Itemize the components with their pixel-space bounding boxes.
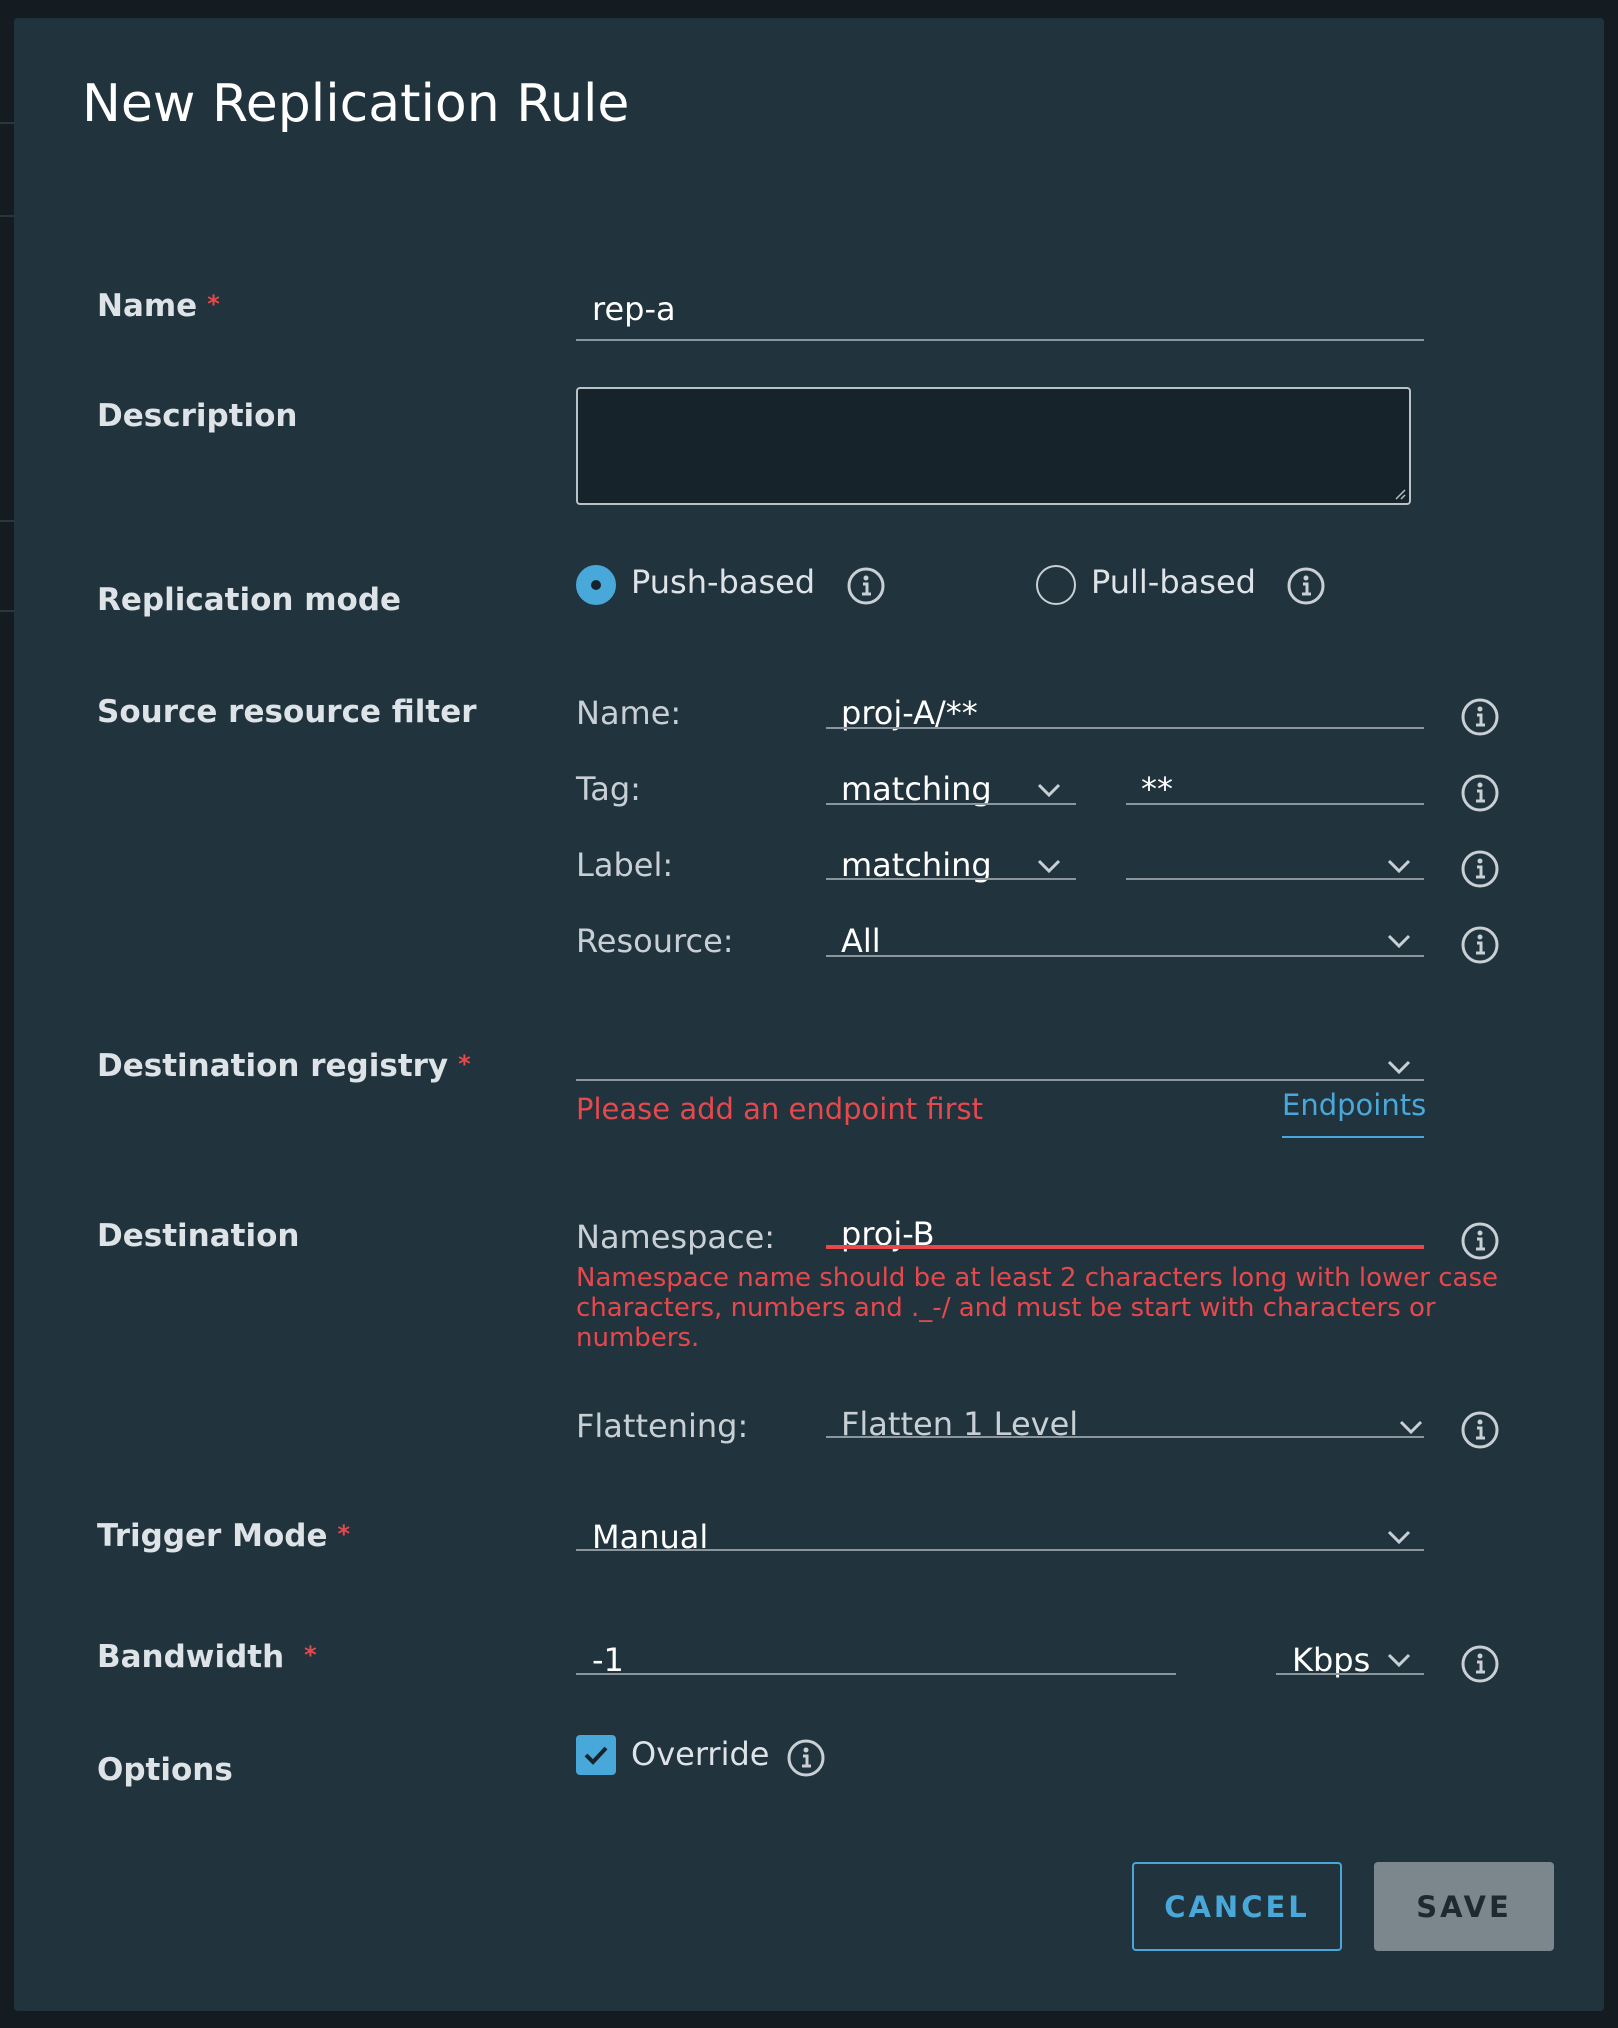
namespace-input-underline bbox=[826, 1245, 1424, 1249]
destination-label: Destination bbox=[97, 1218, 300, 1254]
description-label: Description bbox=[97, 398, 298, 434]
destination-registry-underline bbox=[576, 1079, 1424, 1081]
resource-underline bbox=[826, 955, 1424, 957]
info-icon[interactable] bbox=[1460, 925, 1500, 965]
override-checkbox[interactable] bbox=[576, 1735, 616, 1775]
chevron-down-icon bbox=[1387, 1060, 1411, 1075]
filter-name-label: Name: bbox=[576, 694, 682, 732]
chevron-down-icon bbox=[1037, 859, 1061, 874]
endpoints-link-underline bbox=[1282, 1136, 1424, 1138]
info-icon[interactable] bbox=[1460, 697, 1500, 737]
info-icon[interactable] bbox=[1286, 566, 1326, 606]
name-input-underline bbox=[576, 339, 1424, 341]
namespace-label: Namespace: bbox=[576, 1218, 776, 1256]
required-mark: * bbox=[207, 290, 220, 318]
required-mark: * bbox=[458, 1050, 471, 1078]
dialog-title: New Replication Rule bbox=[82, 74, 630, 134]
info-icon[interactable] bbox=[1460, 1221, 1500, 1261]
info-icon[interactable] bbox=[846, 566, 886, 606]
info-icon[interactable] bbox=[1460, 1410, 1500, 1450]
chevron-down-icon bbox=[1387, 1653, 1411, 1668]
override-label: Override bbox=[631, 1735, 770, 1773]
name-label: Name * bbox=[97, 288, 220, 324]
chevron-down-icon bbox=[1387, 1530, 1411, 1545]
name-input[interactable]: rep-a bbox=[592, 290, 676, 328]
description-textarea[interactable] bbox=[576, 387, 1411, 505]
bandwidth-label: Bandwidth * bbox=[97, 1639, 317, 1675]
required-mark: * bbox=[304, 1641, 317, 1669]
bandwidth-underline bbox=[576, 1673, 1176, 1675]
info-icon[interactable] bbox=[786, 1738, 826, 1778]
endpoints-link[interactable]: Endpoints bbox=[1282, 1088, 1426, 1122]
chevron-down-icon bbox=[1399, 1420, 1423, 1435]
label-value-underline bbox=[1126, 878, 1424, 880]
flattening-underline bbox=[826, 1436, 1424, 1438]
tag-match-underline bbox=[826, 803, 1076, 805]
tag-value-underline bbox=[1126, 803, 1424, 805]
resize-grip-icon[interactable] bbox=[1394, 488, 1406, 500]
cancel-button[interactable]: CANCEL bbox=[1132, 1862, 1342, 1951]
save-button[interactable]: SAVE bbox=[1374, 1862, 1554, 1951]
trigger-mode-underline bbox=[576, 1549, 1424, 1551]
filter-name-underline bbox=[826, 727, 1424, 729]
chevron-down-icon bbox=[1037, 783, 1061, 798]
destination-registry-label: Destination registry * bbox=[97, 1048, 471, 1084]
checkmark-icon bbox=[584, 1746, 608, 1765]
replication-mode-label: Replication mode bbox=[97, 582, 402, 618]
pull-based-label: Pull-based bbox=[1091, 563, 1256, 601]
filter-tag-label: Tag: bbox=[576, 770, 641, 808]
destination-registry-error: Please add an endpoint first bbox=[576, 1092, 983, 1126]
filter-label-label: Label: bbox=[576, 846, 674, 884]
trigger-mode-label: Trigger Mode * bbox=[97, 1518, 351, 1554]
chevron-down-icon bbox=[1387, 934, 1411, 949]
namespace-error: Namespace name should be at least 2 char… bbox=[576, 1263, 1498, 1353]
bandwidth-unit-underline bbox=[1276, 1673, 1424, 1675]
flattening-label: Flattening: bbox=[576, 1407, 749, 1445]
push-based-label: Push-based bbox=[631, 563, 816, 601]
info-icon[interactable] bbox=[1460, 773, 1500, 813]
info-icon[interactable] bbox=[1460, 1644, 1500, 1684]
pull-based-radio[interactable] bbox=[1036, 565, 1076, 605]
replication-rule-dialog: New Replication Rule Name * rep-a Descrip… bbox=[14, 18, 1604, 2011]
chevron-down-icon bbox=[1387, 859, 1411, 874]
push-based-radio[interactable] bbox=[576, 565, 616, 605]
required-mark: * bbox=[337, 1520, 351, 1548]
filter-resource-label: Resource: bbox=[576, 922, 734, 960]
options-label: Options bbox=[97, 1752, 233, 1788]
source-filter-label: Source resource filter bbox=[97, 694, 477, 730]
label-match-underline bbox=[826, 878, 1076, 880]
info-icon[interactable] bbox=[1460, 849, 1500, 889]
